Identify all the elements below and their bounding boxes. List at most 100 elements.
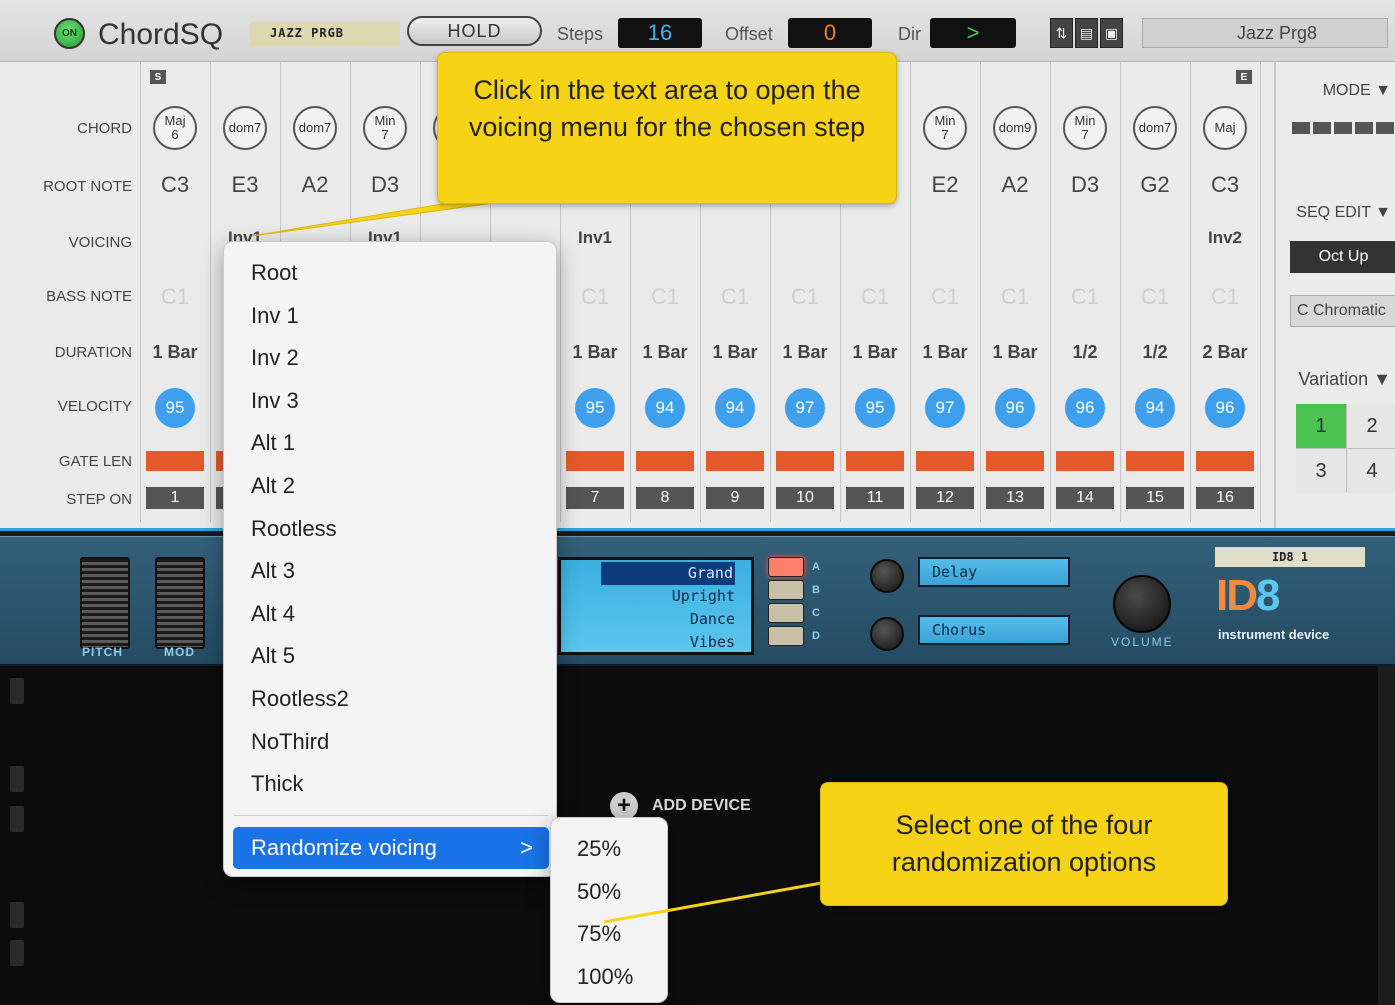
step-on-button-10[interactable]: 10 [776, 487, 834, 509]
volume-knob[interactable] [1113, 575, 1171, 633]
root-note-step-2[interactable]: E3 [210, 172, 280, 198]
root-note-step-12[interactable]: E2 [910, 172, 980, 198]
velocity-step-8[interactable]: 94 [645, 388, 685, 428]
voicing-option-thick[interactable]: Thick [224, 764, 558, 804]
bass-note-step-10[interactable]: C1 [770, 284, 840, 310]
chord-button-step-14[interactable]: Min 7 [1063, 106, 1107, 150]
step-on-button-14[interactable]: 14 [1056, 487, 1114, 509]
preset-item-vibes[interactable]: Vibes [561, 631, 735, 654]
duration-step-7[interactable]: 1 Bar [560, 342, 630, 363]
voicing-option-inv-3[interactable]: Inv 3 [224, 381, 558, 421]
voicing-option-inv-1[interactable]: Inv 1 [224, 296, 558, 336]
randomize-option-75-percent[interactable]: 75% [551, 913, 669, 955]
voicing-option-inv-2[interactable]: Inv 2 [224, 338, 558, 378]
mod-wheel[interactable] [155, 557, 205, 649]
device-name-tape[interactable]: ID8 1 [1215, 547, 1365, 567]
mode-menu[interactable]: MODE ▼ [1323, 82, 1391, 100]
voicing-option-rootless2[interactable]: Rootless2 [224, 679, 558, 719]
gate-length-step-10[interactable] [776, 451, 834, 471]
gate-length-step-11[interactable] [846, 451, 904, 471]
variation-button-3[interactable]: 3 [1296, 449, 1346, 493]
patch-up-down-icon[interactable]: ⇅ [1050, 18, 1073, 48]
duration-step-9[interactable]: 1 Bar [700, 342, 770, 363]
offset-display[interactable]: 0 [788, 18, 872, 48]
root-note-step-3[interactable]: A2 [280, 172, 350, 198]
fx2-knob[interactable] [870, 617, 904, 651]
preset-display[interactable]: Grand Upright Dance Vibes [558, 557, 754, 655]
bass-note-step-16[interactable]: C1 [1190, 284, 1260, 310]
duration-step-10[interactable]: 1 Bar [770, 342, 840, 363]
voicing-option-root[interactable]: Root [224, 253, 558, 293]
fx1-display[interactable]: Delay [918, 557, 1070, 587]
duration-step-12[interactable]: 1 Bar [910, 342, 980, 363]
voicing-option-alt-4[interactable]: Alt 4 [224, 594, 558, 634]
step-on-button-11[interactable]: 11 [846, 487, 904, 509]
variation-button-1[interactable]: 1 [1296, 404, 1346, 448]
randomize-option-50-percent[interactable]: 50% [551, 871, 669, 913]
scale-selector[interactable]: C Chromatic [1290, 295, 1395, 327]
gate-length-step-14[interactable] [1056, 451, 1114, 471]
voicing-option-alt-2[interactable]: Alt 2 [224, 466, 558, 506]
step-on-button-8[interactable]: 8 [636, 487, 694, 509]
velocity-step-7[interactable]: 95 [575, 388, 615, 428]
bass-note-step-1[interactable]: C1 [140, 284, 210, 310]
patch-name-display[interactable]: Jazz Prg8 [1142, 18, 1388, 48]
variation-menu[interactable]: Variation ▼ [1298, 369, 1391, 390]
step-on-button-16[interactable]: 16 [1196, 487, 1254, 509]
direction-display[interactable]: > [930, 18, 1016, 48]
preset-button-b[interactable] [768, 580, 804, 600]
chord-button-step-4[interactable]: Min 7 [363, 106, 407, 150]
gate-length-step-8[interactable] [636, 451, 694, 471]
voicing-option-alt-5[interactable]: Alt 5 [224, 636, 558, 676]
randomize-voicing-item[interactable]: Randomize voicing > [233, 827, 549, 869]
voicing-option-alt-3[interactable]: Alt 3 [224, 551, 558, 591]
hold-button[interactable]: HOLD [407, 16, 542, 46]
step-on-button-7[interactable]: 7 [566, 487, 624, 509]
chord-button-step-2[interactable]: dom7 [223, 106, 267, 150]
gate-length-step-13[interactable] [986, 451, 1044, 471]
gate-length-step-16[interactable] [1196, 451, 1254, 471]
root-note-step-14[interactable]: D3 [1050, 172, 1120, 198]
chord-button-step-13[interactable]: dom9 [993, 106, 1037, 150]
step-on-button-12[interactable]: 12 [916, 487, 974, 509]
chord-button-step-16[interactable]: Maj [1203, 106, 1247, 150]
root-note-step-13[interactable]: A2 [980, 172, 1050, 198]
preset-item-dance[interactable]: Dance [561, 608, 735, 631]
chord-button-step-15[interactable]: dom7 [1133, 106, 1177, 150]
velocity-step-9[interactable]: 94 [715, 388, 755, 428]
seq-edit-menu[interactable]: SEQ EDIT ▼ [1296, 204, 1391, 222]
voicing-option-rootless[interactable]: Rootless [224, 509, 558, 549]
power-button[interactable]: ON [54, 18, 85, 49]
root-note-step-4[interactable]: D3 [350, 172, 420, 198]
save-icon[interactable]: ▣ [1100, 18, 1123, 48]
step-on-button-13[interactable]: 13 [986, 487, 1044, 509]
duration-step-14[interactable]: 1/2 [1050, 342, 1120, 363]
step-on-button-1[interactable]: 1 [146, 487, 204, 509]
velocity-step-12[interactable]: 97 [925, 388, 965, 428]
bass-note-step-15[interactable]: C1 [1120, 284, 1190, 310]
chord-button-step-12[interactable]: Min 7 [923, 106, 967, 150]
preset-button-c[interactable] [768, 603, 804, 623]
voicing-option-nothird[interactable]: NoThird [224, 722, 558, 762]
randomize-option-100-percent[interactable]: 100% [551, 956, 669, 998]
bass-note-step-12[interactable]: C1 [910, 284, 980, 310]
folder-icon[interactable]: ▤ [1075, 18, 1098, 48]
chord-button-step-1[interactable]: Maj 6 [153, 106, 197, 150]
velocity-step-14[interactable]: 96 [1065, 388, 1105, 428]
end-marker[interactable]: E [1236, 70, 1252, 84]
duration-step-15[interactable]: 1/2 [1120, 342, 1190, 363]
bass-note-step-8[interactable]: C1 [630, 284, 700, 310]
fx2-display[interactable]: Chorus [918, 615, 1070, 645]
velocity-step-10[interactable]: 97 [785, 388, 825, 428]
root-note-step-1[interactable]: C3 [140, 172, 210, 198]
bass-note-step-9[interactable]: C1 [700, 284, 770, 310]
bass-note-step-14[interactable]: C1 [1050, 284, 1120, 310]
chord-button-step-3[interactable]: dom7 [293, 106, 337, 150]
oct-up-button[interactable]: Oct Up [1290, 241, 1395, 273]
duration-step-8[interactable]: 1 Bar [630, 342, 700, 363]
velocity-step-16[interactable]: 96 [1205, 388, 1245, 428]
gate-length-step-9[interactable] [706, 451, 764, 471]
velocity-step-13[interactable]: 96 [995, 388, 1035, 428]
fx1-knob[interactable] [870, 559, 904, 593]
velocity-step-1[interactable]: 95 [155, 388, 195, 428]
